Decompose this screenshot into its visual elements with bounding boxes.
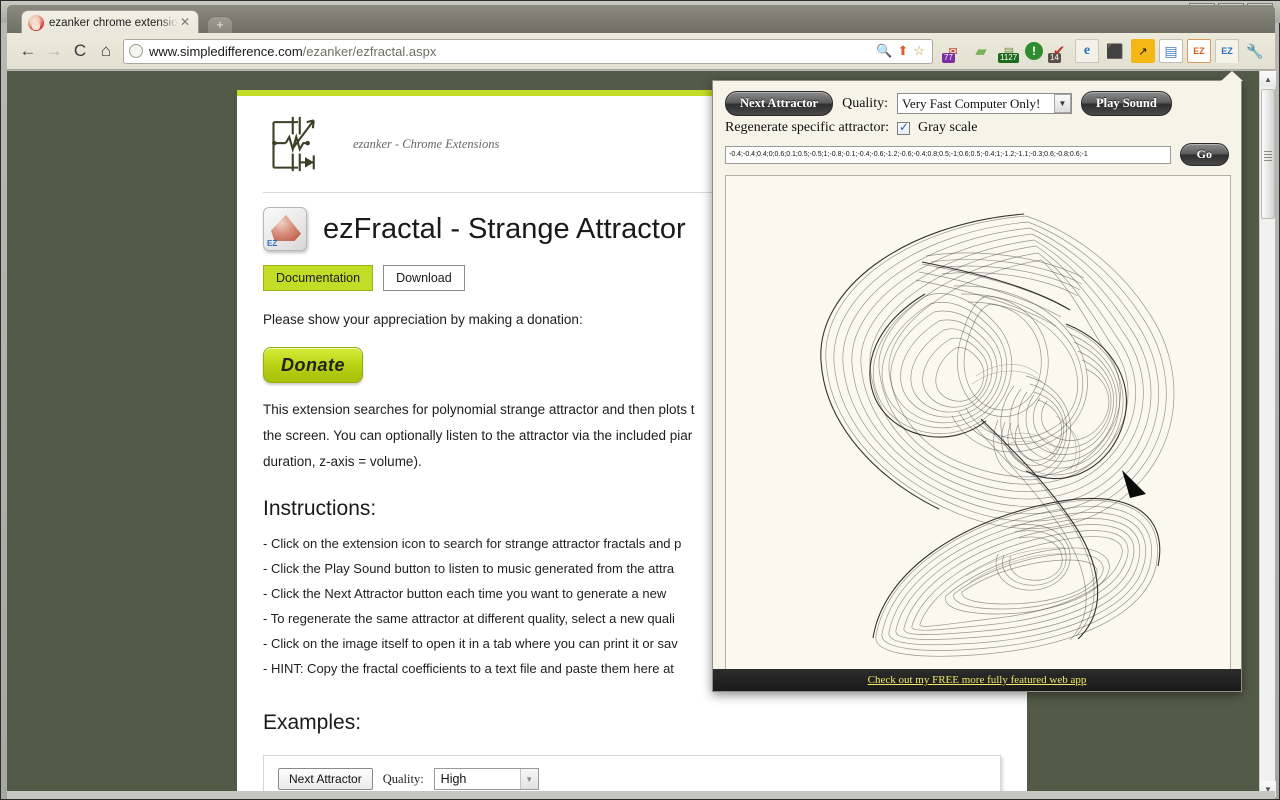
star-icon[interactable]: ☆	[913, 43, 925, 59]
puzzle-piece-icon[interactable]: ⬛	[1103, 39, 1127, 63]
web-app-link[interactable]: Check out my FREE more fully featured we…	[868, 674, 1087, 686]
popup-arrow	[1221, 71, 1243, 81]
fractal-blob-shape	[271, 215, 301, 241]
mail-badge-count: 77	[942, 53, 955, 63]
checkmark-badge-count: 14	[1048, 53, 1061, 63]
note-arrow-icon[interactable]: ↗	[1131, 39, 1155, 63]
documentation-button[interactable]: Documentation	[263, 265, 374, 291]
page-scrollbar[interactable]: ▲ ▼	[1259, 71, 1276, 797]
brand-text: ezanker - Chrome Extensions	[353, 136, 500, 151]
ezfractal-popup: Next Attractor Quality: Very Fast Comput…	[712, 80, 1242, 692]
popup-footer: Check out my FREE more fully featured we…	[713, 669, 1241, 691]
page-title: ezFractal - Strange Attractor	[323, 212, 686, 245]
home-button[interactable]: ⌂	[93, 38, 119, 64]
green-chart-icon[interactable]: ▰	[969, 39, 993, 63]
coefficients-input[interactable]: -0.4;-0.4;0.4;0;0.6;0.1;0.5;-0.5;1;-0.8;…	[725, 145, 1171, 164]
url-domain: www.simpledifference.com	[149, 43, 303, 59]
alert-icon[interactable]: !	[1025, 42, 1043, 60]
ez-orange-icon[interactable]: EZ	[1187, 39, 1211, 63]
next-attractor-button[interactable]: Next Attractor	[725, 91, 834, 116]
tab-title: ezanker chrome extensions	[49, 17, 178, 29]
ezfractal-app-icon: EZ	[263, 207, 307, 251]
quality-value: Very Fast Computer Only!	[901, 95, 1041, 111]
address-bar[interactable]: www.simpledifference.com/ezanker/ezfract…	[123, 38, 933, 64]
scroll-up-button[interactable]: ▲	[1260, 71, 1276, 87]
example-quality-value: High	[440, 772, 467, 786]
list-icon[interactable]: ▤	[1159, 39, 1183, 63]
window-statusbar	[7, 791, 1275, 799]
chevron-down-icon[interactable]: ▼	[1053, 94, 1071, 113]
download-button[interactable]: Download	[383, 265, 465, 291]
url-text: www.simpledifference.com/ezanker/ezfract…	[149, 44, 436, 59]
extension-icon-bar: ✉ 77 ▰ ▤ 1127 ! ✔ 14 e ⬛ ↗ ▤ EZ EZ 🔧	[941, 39, 1267, 63]
document-badge-icon[interactable]: ▤ 1127	[997, 39, 1021, 63]
wrench-menu-icon[interactable]: 🔧	[1243, 39, 1267, 63]
tab-ezanker-chrome-extensions[interactable]: ezanker chrome extensions ✕	[21, 10, 199, 35]
os-window: — ❐ ✕ ezanker chrome extensions ✕ + ← → …	[0, 0, 1280, 800]
go-button[interactable]: Go	[1179, 143, 1229, 166]
popup-controls-row-2: Regenerate specific attractor: Gray scal…	[713, 116, 1241, 136]
tab-strip: ezanker chrome extensions ✕ +	[7, 5, 1275, 35]
quality-select[interactable]: Very Fast Computer Only! ▼	[896, 93, 1072, 114]
upload-icon[interactable]: ⬆	[897, 43, 908, 59]
play-sound-button[interactable]: Play Sound	[1080, 91, 1172, 116]
scrollbar-thumb[interactable]	[1261, 89, 1275, 219]
back-button[interactable]: ←	[15, 38, 41, 64]
tab-favicon-icon	[28, 15, 44, 31]
popup-controls-row-1: Next Attractor Quality: Very Fast Comput…	[713, 81, 1241, 116]
app-icon-ez-label: EZ	[267, 239, 278, 248]
ezanker-logo-icon	[272, 116, 315, 172]
gray-scale-label: Gray scale	[918, 120, 978, 135]
popup-controls-row-3: -0.4;-0.4;0.4;0;0.6;0.1;0.5;-0.5;1;-0.8;…	[713, 136, 1241, 166]
forward-button[interactable]: →	[41, 38, 67, 64]
zoom-icon[interactable]: 🔍	[876, 43, 892, 59]
regenerate-label: Regenerate specific attractor:	[725, 120, 890, 135]
ezfractal-extension-icon[interactable]: EZ	[1215, 39, 1239, 63]
example-quality-select[interactable]: High ▼	[433, 768, 539, 790]
strange-attractor-plot	[726, 176, 1230, 672]
browser-window: ezanker chrome extensions ✕ + ← → C ⌂ ww…	[7, 5, 1276, 797]
internet-explorer-icon[interactable]: e	[1075, 39, 1099, 63]
reload-button[interactable]: C	[67, 38, 93, 64]
chevron-down-icon[interactable]: ▼	[519, 769, 538, 789]
gray-scale-checkbox[interactable]	[897, 120, 911, 135]
example-quality-label: Quality:	[382, 771, 424, 786]
url-path: /ezanker/ezfractal.aspx	[302, 43, 437, 59]
quality-label: Quality:	[842, 95, 888, 111]
fractal-canvas[interactable]	[725, 175, 1231, 673]
donate-button[interactable]: Donate	[263, 347, 363, 383]
browser-toolbar: ← → C ⌂ www.simpledifference.com/ezanker…	[7, 33, 1275, 70]
omnibox-icons: 🔍 ⬆ ☆	[876, 43, 927, 59]
example-next-attractor-button[interactable]: Next Attractor	[278, 768, 373, 790]
tab-close-icon[interactable]: ✕	[178, 16, 192, 30]
checkmark-badge-icon[interactable]: ✔ 14	[1047, 39, 1071, 63]
mail-badge-icon[interactable]: ✉ 77	[941, 39, 965, 63]
page-info-icon	[129, 44, 143, 58]
document-badge-count: 1127	[998, 53, 1020, 63]
